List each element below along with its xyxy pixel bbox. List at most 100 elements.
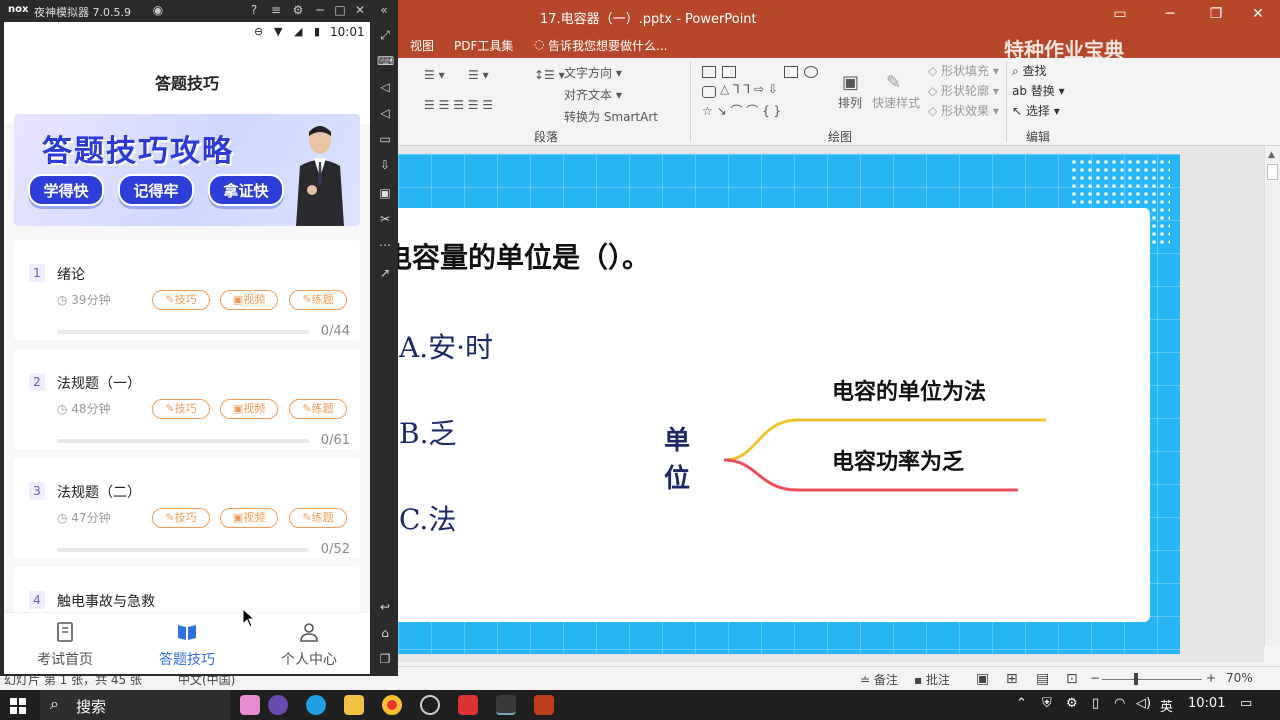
minimize-icon[interactable]: ─ xyxy=(312,3,328,17)
volume-up-icon[interactable]: ◁ xyxy=(377,80,393,94)
nox-taskbar-icon[interactable] xyxy=(496,695,516,715)
option-b[interactable]: B.乏 xyxy=(399,412,456,452)
notes-button[interactable]: ≐ 备注 xyxy=(860,671,898,688)
zoom-in-icon[interactable]: + xyxy=(1206,671,1216,685)
option-a[interactable]: A.安·时 xyxy=(399,326,493,366)
numbering-icon[interactable]: ☰ ▾ xyxy=(468,68,489,82)
avatar-app-icon[interactable] xyxy=(240,695,260,715)
practice-tag[interactable]: ✎练题 xyxy=(289,290,347,310)
zoom-out-icon[interactable]: − xyxy=(1090,671,1100,685)
textbox-shape-icon[interactable] xyxy=(702,66,716,78)
taskbar-clock[interactable]: 10:01 xyxy=(1188,696,1225,711)
edge-icon[interactable] xyxy=(306,695,326,715)
menu-icon[interactable]: ≡ xyxy=(268,3,284,17)
ime-indicator[interactable]: 英 xyxy=(1160,696,1173,715)
shapes-gallery[interactable]: △ ⅂ ⅂ ⇨ ⇩ xyxy=(720,82,778,96)
powerpoint-taskbar-icon[interactable] xyxy=(534,695,554,715)
help-icon[interactable]: ? xyxy=(246,3,262,17)
quick-styles-icon[interactable]: ✎ xyxy=(886,72,901,93)
option-c[interactable]: C.法 xyxy=(399,498,456,538)
shapes-gallery-row[interactable]: ☆ ↘ ⌒ ⌒ { } xyxy=(702,102,781,119)
scrollbar-thumb[interactable] xyxy=(1267,164,1278,180)
scroll-up-icon[interactable]: ▲ xyxy=(1268,150,1275,160)
chrome-icon[interactable] xyxy=(382,695,402,715)
tips-tag[interactable]: ✎技巧 xyxy=(152,399,210,419)
menu-view[interactable]: 视图 xyxy=(410,37,434,54)
align-text-button[interactable]: 对齐文本 ▾ xyxy=(564,86,622,103)
mindmap-branch-bottom[interactable]: 电容功率为乏 xyxy=(832,444,964,476)
replace-button[interactable]: ab 替换 ▾ xyxy=(1012,82,1065,99)
ribbon-display-icon[interactable]: ▭ xyxy=(1110,6,1130,22)
list-item[interactable]: 3 法规题（二） ◷ 47分钟 ✎技巧 ▣视频 ✎练题 0/52 xyxy=(14,458,360,558)
rounded-rect-shape-icon[interactable] xyxy=(702,86,716,98)
find-button[interactable]: ⌕ 查找 xyxy=(1012,62,1047,79)
normal-view-icon[interactable]: ▣ xyxy=(976,671,989,687)
menu-pdf-tools[interactable]: PDF工具集 xyxy=(454,37,513,54)
comments-button[interactable]: ▪ 批注 xyxy=(914,671,950,688)
volume-down-icon[interactable]: ◁ xyxy=(377,106,393,120)
wifi-tray-icon[interactable]: ◠ xyxy=(1114,696,1125,711)
volume-icon[interactable]: ◁) xyxy=(1136,696,1151,711)
convert-smartart-button[interactable]: 转换为 SmartArt xyxy=(564,108,658,125)
shape-outline-button[interactable]: ◇ 形状轮廓 ▾ xyxy=(928,82,999,99)
file-explorer-icon[interactable] xyxy=(344,695,364,715)
scissors-icon[interactable]: ✂ xyxy=(377,212,393,226)
promo-banner[interactable]: 答题技巧攻略 学得快 记得牢 拿证快 xyxy=(14,114,360,226)
screenshot-icon[interactable]: ▣ xyxy=(377,186,393,200)
obs-icon[interactable] xyxy=(420,695,440,715)
screen-icon[interactable]: ▭ xyxy=(377,132,393,146)
slide-sorter-icon[interactable]: ⊞ xyxy=(1006,671,1018,687)
align-left-icon[interactable]: ☰ ☰ ☰ ☰ ☰ xyxy=(424,98,493,112)
mindmap-branch-top[interactable]: 电容的单位为法 xyxy=(832,374,986,406)
more-icon[interactable]: ⋯ xyxy=(377,238,393,252)
line-spacing-icon[interactable]: ↕☰ ▾ xyxy=(534,68,565,82)
text-direction-button[interactable]: 文字方向 ▾ xyxy=(564,64,622,81)
mindmap-root[interactable]: 单位 xyxy=(660,422,694,498)
nav-exam-home[interactable]: 考试首页 xyxy=(4,613,126,674)
vertical-scrollbar[interactable]: ▲ xyxy=(1264,146,1280,646)
windows-start-icon[interactable] xyxy=(10,698,26,714)
recent-apps-icon[interactable]: ❐ xyxy=(377,652,393,666)
shape-effects-button[interactable]: ◇ 形状效果 ▾ xyxy=(928,102,999,119)
select-button[interactable]: ↖ 选择 ▾ xyxy=(1012,102,1060,119)
gamepad-icon[interactable]: ◉ xyxy=(150,3,166,17)
close-icon[interactable]: ✕ xyxy=(1248,6,1268,22)
textbox-shape-icon[interactable] xyxy=(722,66,736,78)
notification-icon[interactable]: ▭ xyxy=(1240,696,1252,711)
bullets-icon[interactable]: ☰ ▾ xyxy=(424,68,445,82)
practice-tag[interactable]: ✎练题 xyxy=(289,399,347,419)
close-icon[interactable]: ✕ xyxy=(352,3,368,17)
zoom-slider[interactable] xyxy=(1102,679,1202,680)
arrange-button[interactable]: 排列 xyxy=(838,94,862,111)
video-tag[interactable]: ▣视频 xyxy=(220,399,278,419)
slide[interactable]: 电容量的单位是（）。 A.安·时 B.乏 C.法 单位 电容的单位为法 电容功率… xyxy=(384,154,1180,654)
arrange-icon[interactable]: ▣ xyxy=(842,72,859,93)
tips-tag[interactable]: ✎技巧 xyxy=(152,290,210,310)
list-item[interactable]: 2 法规题（一） ◷ 48分钟 ✎技巧 ▣视频 ✎练题 0/61 xyxy=(14,349,360,449)
list-item[interactable]: 1 绪论 ◷ 39分钟 ✎技巧 ▣视频 ✎练题 0/44 xyxy=(14,240,360,340)
chevron-up-icon[interactable]: ⌃ xyxy=(1016,696,1027,711)
rectangle-shape-icon[interactable] xyxy=(784,66,798,78)
battery-tray-icon[interactable]: ▯ xyxy=(1092,696,1099,711)
taskbar-search[interactable]: ⌕ xyxy=(40,690,230,720)
tell-me-box[interactable]: 告诉我您想要做什么... xyxy=(548,37,667,54)
nav-personal-center[interactable]: 个人中心 xyxy=(248,613,370,674)
hat-app-icon[interactable] xyxy=(268,695,288,715)
fullscreen-icon[interactable]: ⤢ xyxy=(377,28,393,43)
practice-tag[interactable]: ✎练题 xyxy=(289,508,347,528)
reading-view-icon[interactable]: ▤ xyxy=(1036,671,1049,687)
minimize-icon[interactable]: ─ xyxy=(1160,6,1180,22)
question-text[interactable]: 电容量的单位是（）。 xyxy=(384,236,650,276)
collapse-sidebar-icon[interactable]: « xyxy=(376,3,392,17)
app-icon[interactable] xyxy=(458,695,478,715)
keyboard-icon[interactable]: ⌨ xyxy=(377,54,394,68)
settings-icon[interactable]: ⚙ xyxy=(290,3,306,17)
back-icon[interactable]: ↩ xyxy=(377,600,393,614)
nav-answer-tips[interactable]: 答题技巧 xyxy=(126,613,248,674)
slideshow-icon[interactable]: ⊡ xyxy=(1066,671,1078,687)
shape-fill-button[interactable]: ◇ 形状填充 ▾ xyxy=(928,62,999,79)
video-tag[interactable]: ▣视频 xyxy=(220,290,278,310)
shield-icon[interactable]: ⛨ xyxy=(1042,696,1052,711)
video-tag[interactable]: ▣视频 xyxy=(220,508,278,528)
zoom-slider-thumb[interactable] xyxy=(1134,673,1138,685)
